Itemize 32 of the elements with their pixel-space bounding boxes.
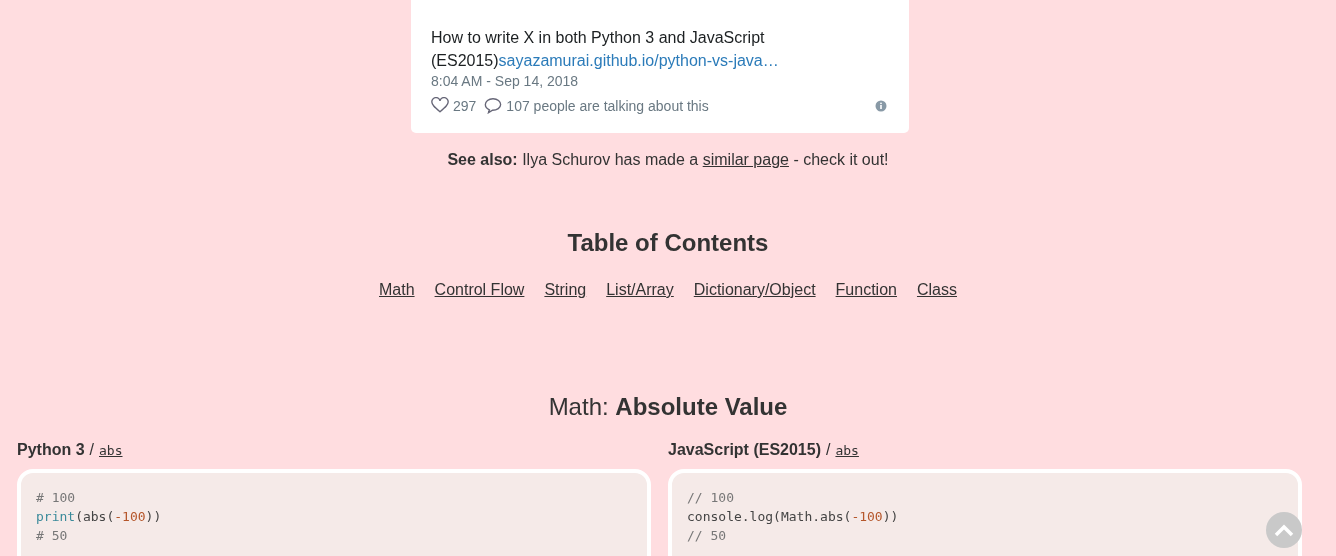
doc-link[interactable]: abs: [835, 443, 859, 458]
toc-heading: Table of Contents: [566, 229, 770, 257]
toc-link[interactable]: String: [544, 281, 587, 299]
code-line: console.log(Math.abs(-100)): [687, 508, 900, 526]
doc-link[interactable]: abs: [99, 443, 123, 458]
tweet-time[interactable]: 8:04 AM - Sep 14, 2018: [431, 73, 889, 89]
heart-icon[interactable]: [431, 97, 449, 114]
slash-text: /: [826, 441, 831, 459]
code-line: // 50: [687, 527, 728, 545]
toc-link[interactable]: List/Array: [606, 281, 674, 299]
code-line: print(abs(-100)): [36, 508, 163, 526]
talking-count[interactable]: 107 people are talking about this: [506, 97, 709, 114]
code-line: // 100: [687, 489, 735, 507]
chevron-up-icon: [1274, 523, 1294, 537]
slash-text: /: [89, 441, 94, 459]
code-line: # 50: [36, 527, 69, 545]
language-label: Python 3: [17, 441, 85, 459]
info-icon[interactable]: [875, 99, 887, 112]
speech-bubble-icon[interactable]: [484, 97, 503, 114]
code-line: # 100: [36, 489, 77, 507]
tweet-link[interactable]: sayazamurai.github.io/python-vs-java…: [498, 52, 779, 69]
see-also-text: See also: Ilya Schurov has made a similar page - check it out!: [446, 151, 890, 169]
like-count: 297: [453, 97, 477, 114]
language-label: JavaScript (ES2015): [668, 441, 821, 459]
tweet-text: How to write X in both Python 3 and JavaScript (ES2015)sayazamurai.github.io/python-vs-java…: [431, 28, 780, 71]
toc-link[interactable]: Function: [835, 281, 897, 299]
section-heading: Math: Absolute Value: [547, 393, 789, 421]
toc-link[interactable]: Math: [379, 281, 415, 299]
toc-link[interactable]: Class: [916, 281, 957, 299]
toc-link[interactable]: Dictionary/Object: [693, 281, 816, 299]
toc-link[interactable]: Control Flow: [434, 281, 525, 299]
similar-page-link[interactable]: similar page: [702, 151, 789, 168]
